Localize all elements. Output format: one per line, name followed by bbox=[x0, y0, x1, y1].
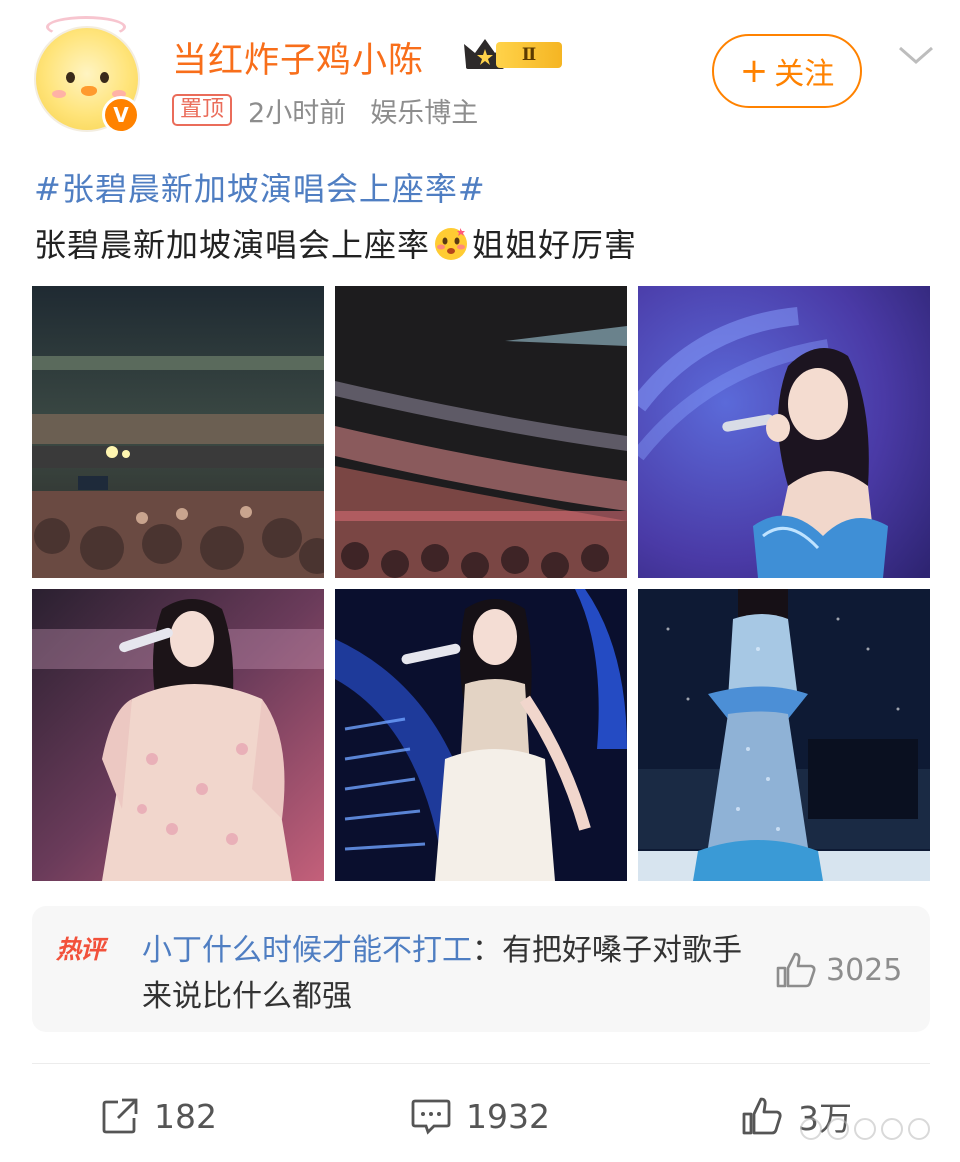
repost-button[interactable]: 182 bbox=[100, 1086, 217, 1146]
hot-comment-body: 小丁什么时候才能不打工：有把好嗓子对歌手来说比什么都强 bbox=[142, 928, 760, 1020]
photo-singer-white-gown[interactable] bbox=[335, 589, 627, 881]
post-text: 张碧晨新加坡演唱会上座率 姐姐好厉害 bbox=[34, 220, 637, 266]
hot-comment-tag: 热评 bbox=[56, 935, 105, 964]
photo-grid bbox=[32, 286, 930, 882]
rank-badge[interactable]: Ⅱ bbox=[462, 36, 566, 72]
hot-comment-card[interactable]: 热评 小丁什么时候才能不打工：有把好嗓子对歌手来说比什么都强 3025 bbox=[32, 906, 930, 1032]
photo-singer-floral-dress[interactable] bbox=[32, 589, 324, 881]
repost-count: 182 bbox=[154, 1096, 217, 1136]
photo-singer-blue-gown-closeup[interactable] bbox=[638, 286, 930, 578]
watermark-dot bbox=[827, 1118, 849, 1140]
follow-button[interactable]: + 关注 bbox=[712, 34, 862, 108]
photo-arena-audience-tiers[interactable] bbox=[335, 286, 627, 578]
watermark-dot bbox=[854, 1118, 876, 1140]
hot-comment-like-count: 3025 bbox=[826, 952, 903, 988]
comment-count: 1932 bbox=[466, 1096, 550, 1136]
rank-level: Ⅱ bbox=[496, 42, 562, 68]
avatar-beak bbox=[81, 86, 97, 96]
post-header: V 当红炸子鸡小陈 Ⅱ 置顶 2小时前 娱乐博主 + 关注 bbox=[0, 0, 960, 150]
photo-arena-audience-wide[interactable] bbox=[32, 286, 324, 578]
hot-comment-author[interactable]: 小丁什么时候才能不打工 bbox=[142, 933, 472, 968]
watermark-dot bbox=[881, 1118, 903, 1140]
photo-singer-sequin-mermaid-gown[interactable] bbox=[638, 589, 930, 881]
watermark-dot bbox=[800, 1118, 822, 1140]
chevron-down-icon[interactable] bbox=[896, 40, 936, 70]
post-time: 2小时前 bbox=[248, 97, 347, 129]
post-text-part2: 姐姐好厉害 bbox=[472, 226, 638, 264]
topic-link[interactable]: #张碧晨新加坡演唱会上座率# bbox=[34, 164, 486, 210]
follow-label: 关注 bbox=[774, 57, 835, 92]
repost-icon bbox=[102, 1098, 138, 1134]
thumb-up-icon bbox=[776, 952, 816, 988]
watermark-dot bbox=[908, 1118, 930, 1140]
plus-icon: + bbox=[739, 51, 769, 91]
post-meta: 置顶 2小时前 娱乐博主 bbox=[172, 92, 479, 129]
author-name[interactable]: 当红炸子鸡小陈 bbox=[172, 32, 424, 83]
hot-comment-like[interactable]: 3025 bbox=[774, 950, 902, 990]
verified-v-icon: V bbox=[102, 96, 140, 134]
post-text-part1: 张碧晨新加坡演唱会上座率 bbox=[34, 226, 431, 264]
actions-divider bbox=[32, 1063, 930, 1064]
blush-emoji-icon bbox=[435, 228, 468, 260]
pinned-badge: 置顶 bbox=[172, 94, 233, 126]
avatar-halo bbox=[46, 16, 126, 38]
thumb-up-icon bbox=[742, 1097, 782, 1135]
hot-comment-separator: ： bbox=[472, 933, 502, 968]
watermark-dots bbox=[800, 1118, 950, 1142]
avatar-eye bbox=[100, 72, 109, 83]
post-source: 娱乐博主 bbox=[370, 97, 479, 129]
avatar-cheek bbox=[52, 90, 66, 98]
comment-icon bbox=[411, 1099, 451, 1135]
comment-button[interactable]: 1932 bbox=[410, 1086, 550, 1146]
avatar-eye bbox=[66, 72, 75, 83]
